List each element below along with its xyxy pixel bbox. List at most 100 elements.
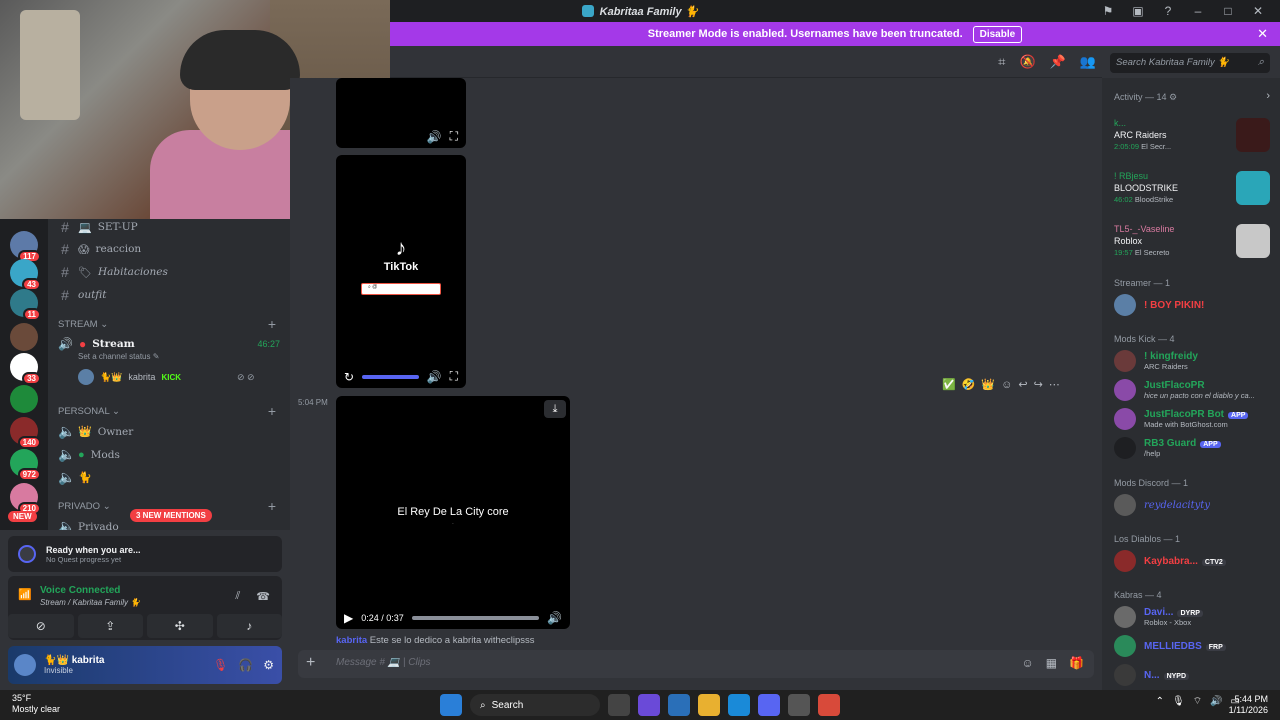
soundboard-button[interactable]: ♪ [216, 614, 282, 638]
video-embed[interactable]: ♪ TikTok ⌕ @ ↻ 🔊 ⛶ [336, 155, 466, 388]
volume-icon[interactable]: 🔊 [427, 370, 442, 384]
clock[interactable]: 5:44 PM 1/11/2026 [1229, 694, 1268, 716]
screen-share-button[interactable]: ⇪ [77, 614, 143, 638]
wifi-icon[interactable]: ⌔ [1193, 695, 1202, 708]
play-icon[interactable]: ▶ [344, 611, 353, 625]
channel-outfit[interactable]: # outfit [58, 287, 106, 303]
channel-setup[interactable]: # 💻 SET-UP [58, 219, 138, 235]
quest-panel[interactable]: Ready when you are... No Quest progress … [8, 536, 282, 572]
message-input[interactable]: Message # 💻 | Clips [336, 657, 431, 668]
disconnect-icon[interactable]: ☎ [256, 590, 270, 603]
gift-icon[interactable]: 🎁 [1069, 656, 1084, 670]
server-icon[interactable]: 33 [10, 353, 41, 385]
member-row[interactable]: ! kingfreidy ARC Raiders [1114, 350, 1274, 372]
obs-icon[interactable] [788, 694, 810, 716]
member-row[interactable]: N... NYPD [1114, 664, 1274, 686]
new-mentions-pill[interactable]: 3 NEW MENTIONS [130, 509, 212, 522]
discord-icon[interactable] [758, 694, 780, 716]
search-input[interactable]: Search Kabritaa Family 🐈 ⌕ [1110, 53, 1270, 73]
volume-icon[interactable]: 🔊 [1210, 696, 1222, 707]
server-icon[interactable]: 140 [10, 417, 41, 449]
server-icon[interactable]: 11 [10, 289, 41, 321]
threads-icon[interactable]: ⌗ [998, 54, 1005, 70]
member-row[interactable]: Kaybabra... CTV2 [1114, 550, 1274, 572]
help-icon[interactable]: ? [1160, 4, 1176, 18]
activity-card[interactable]: k... ARC Raiders 2:05:09 El Secr... [1114, 118, 1270, 152]
chevron-right-icon[interactable]: › [1266, 90, 1270, 102]
voice-channel-owner[interactable]: 🔈 👑 Owner [58, 423, 133, 440]
activity-card[interactable]: TL5-_-Vaseline Roblox 19:57 El Secreto [1114, 224, 1270, 258]
add-channel-icon[interactable]: + [268, 316, 276, 332]
file-explorer-icon[interactable] [698, 694, 720, 716]
voice-channel-privado[interactable]: 🔈 Privado [58, 518, 119, 530]
crown-reaction-icon[interactable]: 👑 [981, 378, 995, 391]
close-icon[interactable]: ✕ [1257, 26, 1268, 42]
new-pill[interactable]: NEW [8, 511, 37, 522]
member-row[interactable]: Davi... DYRP Roblox - Xbox [1114, 606, 1274, 628]
volume-icon[interactable]: 🔊 [547, 611, 562, 625]
forward-icon[interactable]: ↪ [1034, 378, 1043, 391]
volume-icon[interactable]: 🔊 [427, 130, 442, 144]
category-stream[interactable]: STREAM ⌄ [58, 319, 108, 330]
flag-icon[interactable]: ⚑ [1100, 4, 1116, 18]
replay-icon[interactable]: ↻ [344, 370, 354, 384]
chrome-icon[interactable] [818, 694, 840, 716]
member-row[interactable]: MELLIEDBS FRP [1114, 635, 1274, 657]
edge-icon[interactable] [728, 694, 750, 716]
settings-gear-icon[interactable]: ⚙ [263, 658, 274, 672]
notifications-muted-icon[interactable]: 🔕 [1019, 54, 1035, 70]
noise-suppression-icon[interactable]: ⫽ [235, 590, 240, 603]
close-icon[interactable]: ✕ [1250, 4, 1266, 18]
minimize-icon[interactable]: – [1190, 4, 1206, 18]
add-channel-icon[interactable]: + [268, 498, 276, 514]
member-row[interactable]: JustFlacoPR hice un pacto con el diablo y… [1114, 379, 1274, 401]
more-icon[interactable]: ⋯ [1049, 378, 1060, 391]
task-view-icon[interactable] [608, 694, 630, 716]
server-icon[interactable] [10, 385, 38, 413]
server-icon[interactable]: 210 [10, 483, 41, 515]
avatar[interactable] [14, 654, 36, 676]
video-embed[interactable]: 🔊 ⛶ [336, 78, 466, 148]
add-reaction-icon[interactable]: ☺ [1001, 379, 1012, 391]
mic-muted-icon[interactable]: 🎙 [213, 658, 228, 672]
voice-status[interactable]: Voice Connected [40, 585, 120, 596]
add-channel-icon[interactable]: + [268, 403, 276, 419]
volume-slider[interactable] [362, 374, 419, 379]
server-icon[interactable]: 43 [10, 259, 41, 291]
voice-channel-cat[interactable]: 🔈 🐈 [58, 469, 92, 486]
weather-widget[interactable]: 35°F Mostly clear [12, 693, 60, 715]
headphones-muted-icon[interactable]: 🎧 [238, 658, 253, 672]
voice-channel-label[interactable]: Stream / Kabritaa Family 🐈 [40, 598, 140, 607]
activity-header[interactable]: Activity — 14 ⚙ [1114, 92, 1177, 103]
server-icon[interactable] [10, 323, 38, 351]
gif-icon[interactable]: ▦ [1046, 656, 1057, 670]
taskbar-search[interactable]: ⌕ Search [470, 694, 600, 716]
category-privado[interactable]: PRIVADO ⌄ [58, 501, 111, 512]
screen-icon[interactable]: ▣ [1130, 4, 1146, 18]
member-row[interactable]: JustFlacoPR Bot APP Made with BotGhost.com [1114, 408, 1274, 430]
reply-icon[interactable]: ↩ [1018, 378, 1027, 391]
user-name[interactable]: 🐈👑 kabrita [44, 655, 104, 666]
server-icon[interactable]: 117 [10, 231, 41, 263]
chevron-up-icon[interactable]: ⌃ [1156, 696, 1164, 707]
emoji-icon[interactable]: ☺ [1021, 656, 1033, 670]
voice-user[interactable]: 🐈👑 kabrita KICK ⊘ ⊘ [78, 369, 255, 385]
member-row[interactable]: reydelacityty [1114, 494, 1274, 516]
message-author[interactable]: kabrita [336, 635, 367, 646]
server-icon[interactable]: 972 [10, 449, 41, 481]
check-reaction-icon[interactable]: ✅ [942, 378, 956, 391]
member-row[interactable]: RB3 Guard APP/help [1114, 437, 1274, 459]
copilot-icon[interactable] [638, 694, 660, 716]
member-list-icon[interactable]: 👥 [1080, 54, 1096, 70]
activities-button[interactable]: ✣ [147, 614, 213, 638]
voice-channel-mods[interactable]: 🔈 ● Mods [58, 446, 120, 463]
channel-habitaciones[interactable]: # 🏷 Habitaciones [58, 264, 168, 280]
video-progress[interactable] [411, 616, 540, 620]
outlook-icon[interactable] [668, 694, 690, 716]
channel-status[interactable]: Set a channel status ✎ [78, 352, 159, 361]
download-icon[interactable]: ⤓ [544, 400, 566, 418]
disable-button[interactable]: Disable [972, 25, 1023, 43]
pin-icon[interactable]: 📌 [1050, 54, 1066, 70]
start-icon[interactable] [440, 694, 462, 716]
add-attachment-icon[interactable]: + [306, 654, 315, 672]
